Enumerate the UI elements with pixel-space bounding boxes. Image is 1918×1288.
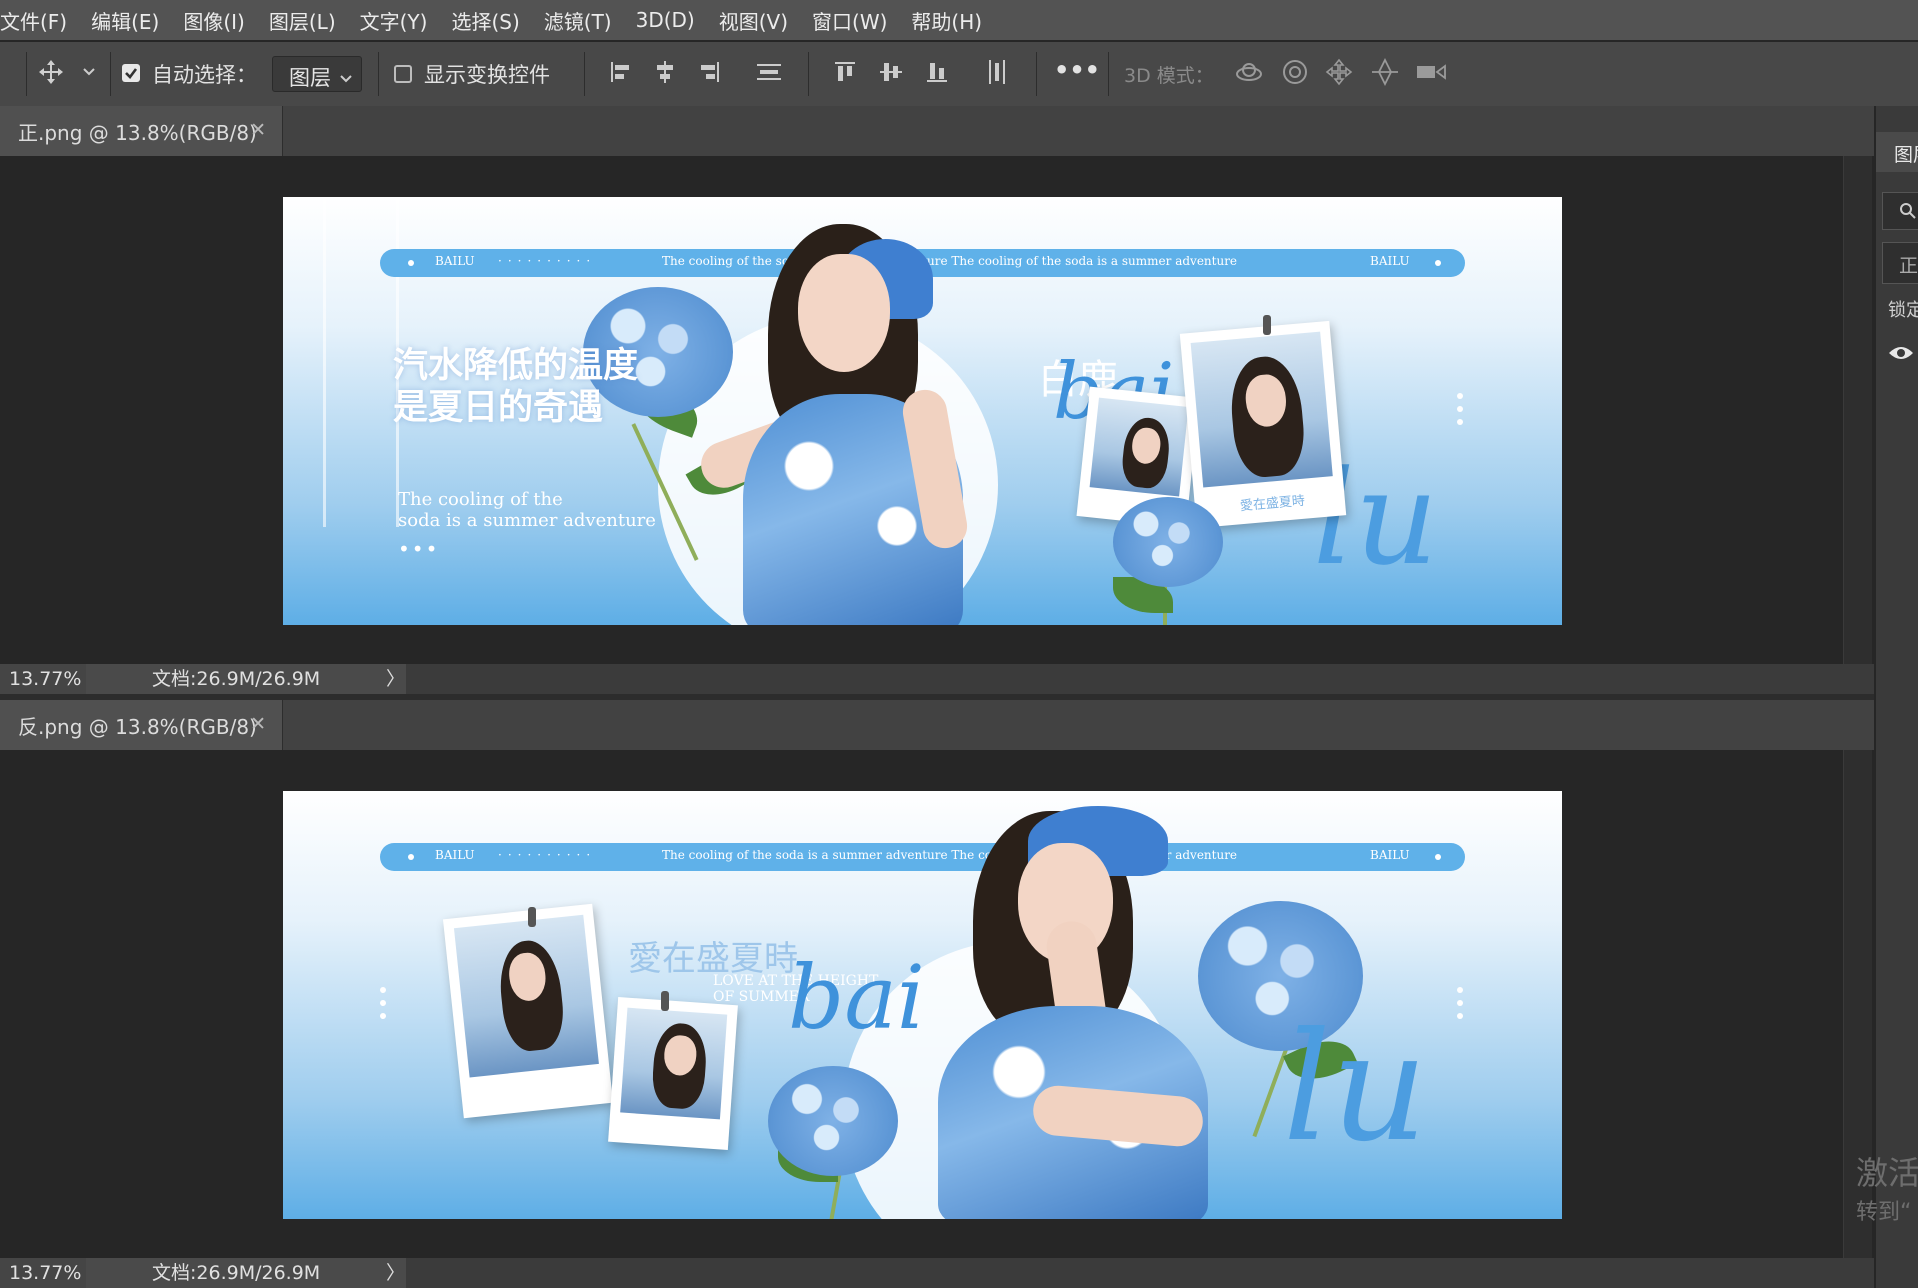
auto-select-checkbox[interactable] xyxy=(122,64,140,82)
document-tab-title: 反.png @ 13.8%(RGB/8) xyxy=(18,714,257,739)
lock-label: 锁定 xyxy=(1888,300,1918,321)
vertical-dots xyxy=(1457,987,1463,1026)
document-tab-2[interactable]: 反.png @ 13.8%(RGB/8) ✕ xyxy=(0,700,283,750)
layer-select-value: 图层 xyxy=(289,66,331,90)
menu-select[interactable]: 选择(S) xyxy=(439,6,531,35)
hydrangea-flower xyxy=(768,1066,898,1176)
menu-view[interactable]: 视图(V) xyxy=(707,6,800,35)
zoom-level[interactable]: 13.77% xyxy=(0,664,86,694)
search-icon[interactable] xyxy=(1882,192,1918,230)
close-icon[interactable]: ✕ xyxy=(250,713,266,735)
menu-type[interactable]: 文字(Y) xyxy=(348,6,440,35)
doc-info-field: 文档:26.9M/26.9M xyxy=(86,1258,406,1288)
status-bar-1: 13.77% 文档:26.9M/26.9M 〉 xyxy=(0,664,1874,694)
document-tab-1[interactable]: 正.png @ 13.8%(RGB/8) ✕ xyxy=(0,106,283,156)
polaroid-large: 愛在盛夏時 xyxy=(1179,320,1347,529)
strip-left-text: BAILU xyxy=(435,254,475,268)
activation-watermark: 激活 xyxy=(1856,1154,1918,1192)
vertical-dots xyxy=(380,987,386,1026)
menu-3d[interactable]: 3D(D) xyxy=(624,8,707,32)
document-tab-title: 正.png @ 13.8%(RGB/8) xyxy=(18,120,257,145)
doc-info-field: 文档:26.9M/26.9M xyxy=(86,664,406,694)
subline-1: The cooling of the xyxy=(398,489,563,510)
close-icon[interactable]: ✕ xyxy=(250,119,266,141)
model-photo xyxy=(688,219,1008,625)
dots-decoration: ••• xyxy=(398,537,440,561)
strip-right-text: BAILU xyxy=(1370,848,1410,862)
filter-field[interactable]: 正 xyxy=(1882,242,1918,284)
layers-panel-tab[interactable]: 图层 xyxy=(1876,132,1918,172)
menu-layer[interactable]: 图层(L) xyxy=(257,6,348,35)
chevron-down-icon[interactable] xyxy=(72,55,106,89)
menu-filter[interactable]: 滤镜(T) xyxy=(532,6,624,35)
filter-field-text: 正 xyxy=(1899,255,1918,277)
hydrangea-flower xyxy=(1113,497,1223,587)
chevron-right-icon[interactable]: 〉 xyxy=(386,664,405,694)
pin xyxy=(661,991,669,1011)
decorative-letter xyxy=(323,197,399,527)
auto-select-label: 自动选择： xyxy=(152,63,257,87)
subline-2: soda is a summer adventure xyxy=(398,510,656,531)
document-tabbar-2: 反.png @ 13.8%(RGB/8) ✕ xyxy=(0,700,1874,750)
headline-line-2: 是夏日的奇遇 xyxy=(393,387,604,428)
vertical-dots xyxy=(1457,393,1463,432)
pin xyxy=(528,907,536,927)
menu-image[interactable]: 图像(I) xyxy=(171,6,257,35)
layers-panel: 图层 正 锁定 xyxy=(1874,106,1918,1288)
activation-watermark-sub: 转到“ xyxy=(1856,1200,1912,1225)
menu-window[interactable]: 窗口(W) xyxy=(800,6,899,35)
menu-edit[interactable]: 编辑(E) xyxy=(79,6,171,35)
pin xyxy=(1263,315,1271,335)
menu-help[interactable]: 帮助(H) xyxy=(899,6,994,35)
polaroid-large xyxy=(442,903,614,1119)
script-lu: lu xyxy=(1283,1001,1428,1175)
model-photo xyxy=(913,801,1243,1219)
eye-icon[interactable] xyxy=(1888,344,1914,367)
layers-tab-label: 图层 xyxy=(1894,144,1918,166)
chevron-down-icon xyxy=(339,65,353,89)
headline-line-1: 汽水降低的温度 xyxy=(393,345,639,386)
vertical-scrollbar-1[interactable] xyxy=(1843,156,1872,664)
layer-select[interactable]: 图层 xyxy=(272,56,362,92)
banner-image-back: BAILU ·········· The cooling of the soda… xyxy=(283,791,1562,1219)
polaroid-small xyxy=(608,996,738,1151)
menu-file[interactable]: 文件(F) xyxy=(0,6,79,35)
document-tabbar-1: 正.png @ 13.8%(RGB/8) ✕ xyxy=(0,106,1874,156)
strip-right-text: BAILU xyxy=(1370,254,1410,268)
menu-bar: 文件(F) 编辑(E) 图像(I) 图层(L) 文字(Y) 选择(S) 滤镜(T… xyxy=(0,0,1918,40)
zoom-level[interactable]: 13.77% xyxy=(0,1258,86,1288)
polaroid-caption: 愛在盛夏時 xyxy=(1239,493,1306,515)
chevron-right-icon[interactable]: 〉 xyxy=(386,1258,405,1288)
strip-left-text: BAILU xyxy=(435,848,475,862)
banner-image-front: BAILU ·········· The cooling of the soda… xyxy=(283,197,1562,625)
status-bar-2: 13.77% 文档:26.9M/26.9M 〉 xyxy=(0,1258,1874,1288)
move-tool-icon[interactable] xyxy=(34,55,68,89)
doc-info: 文档:26.9M/26.9M xyxy=(152,668,321,690)
script-bai: bai xyxy=(788,946,925,1049)
doc-info: 文档:26.9M/26.9M xyxy=(152,1262,321,1284)
